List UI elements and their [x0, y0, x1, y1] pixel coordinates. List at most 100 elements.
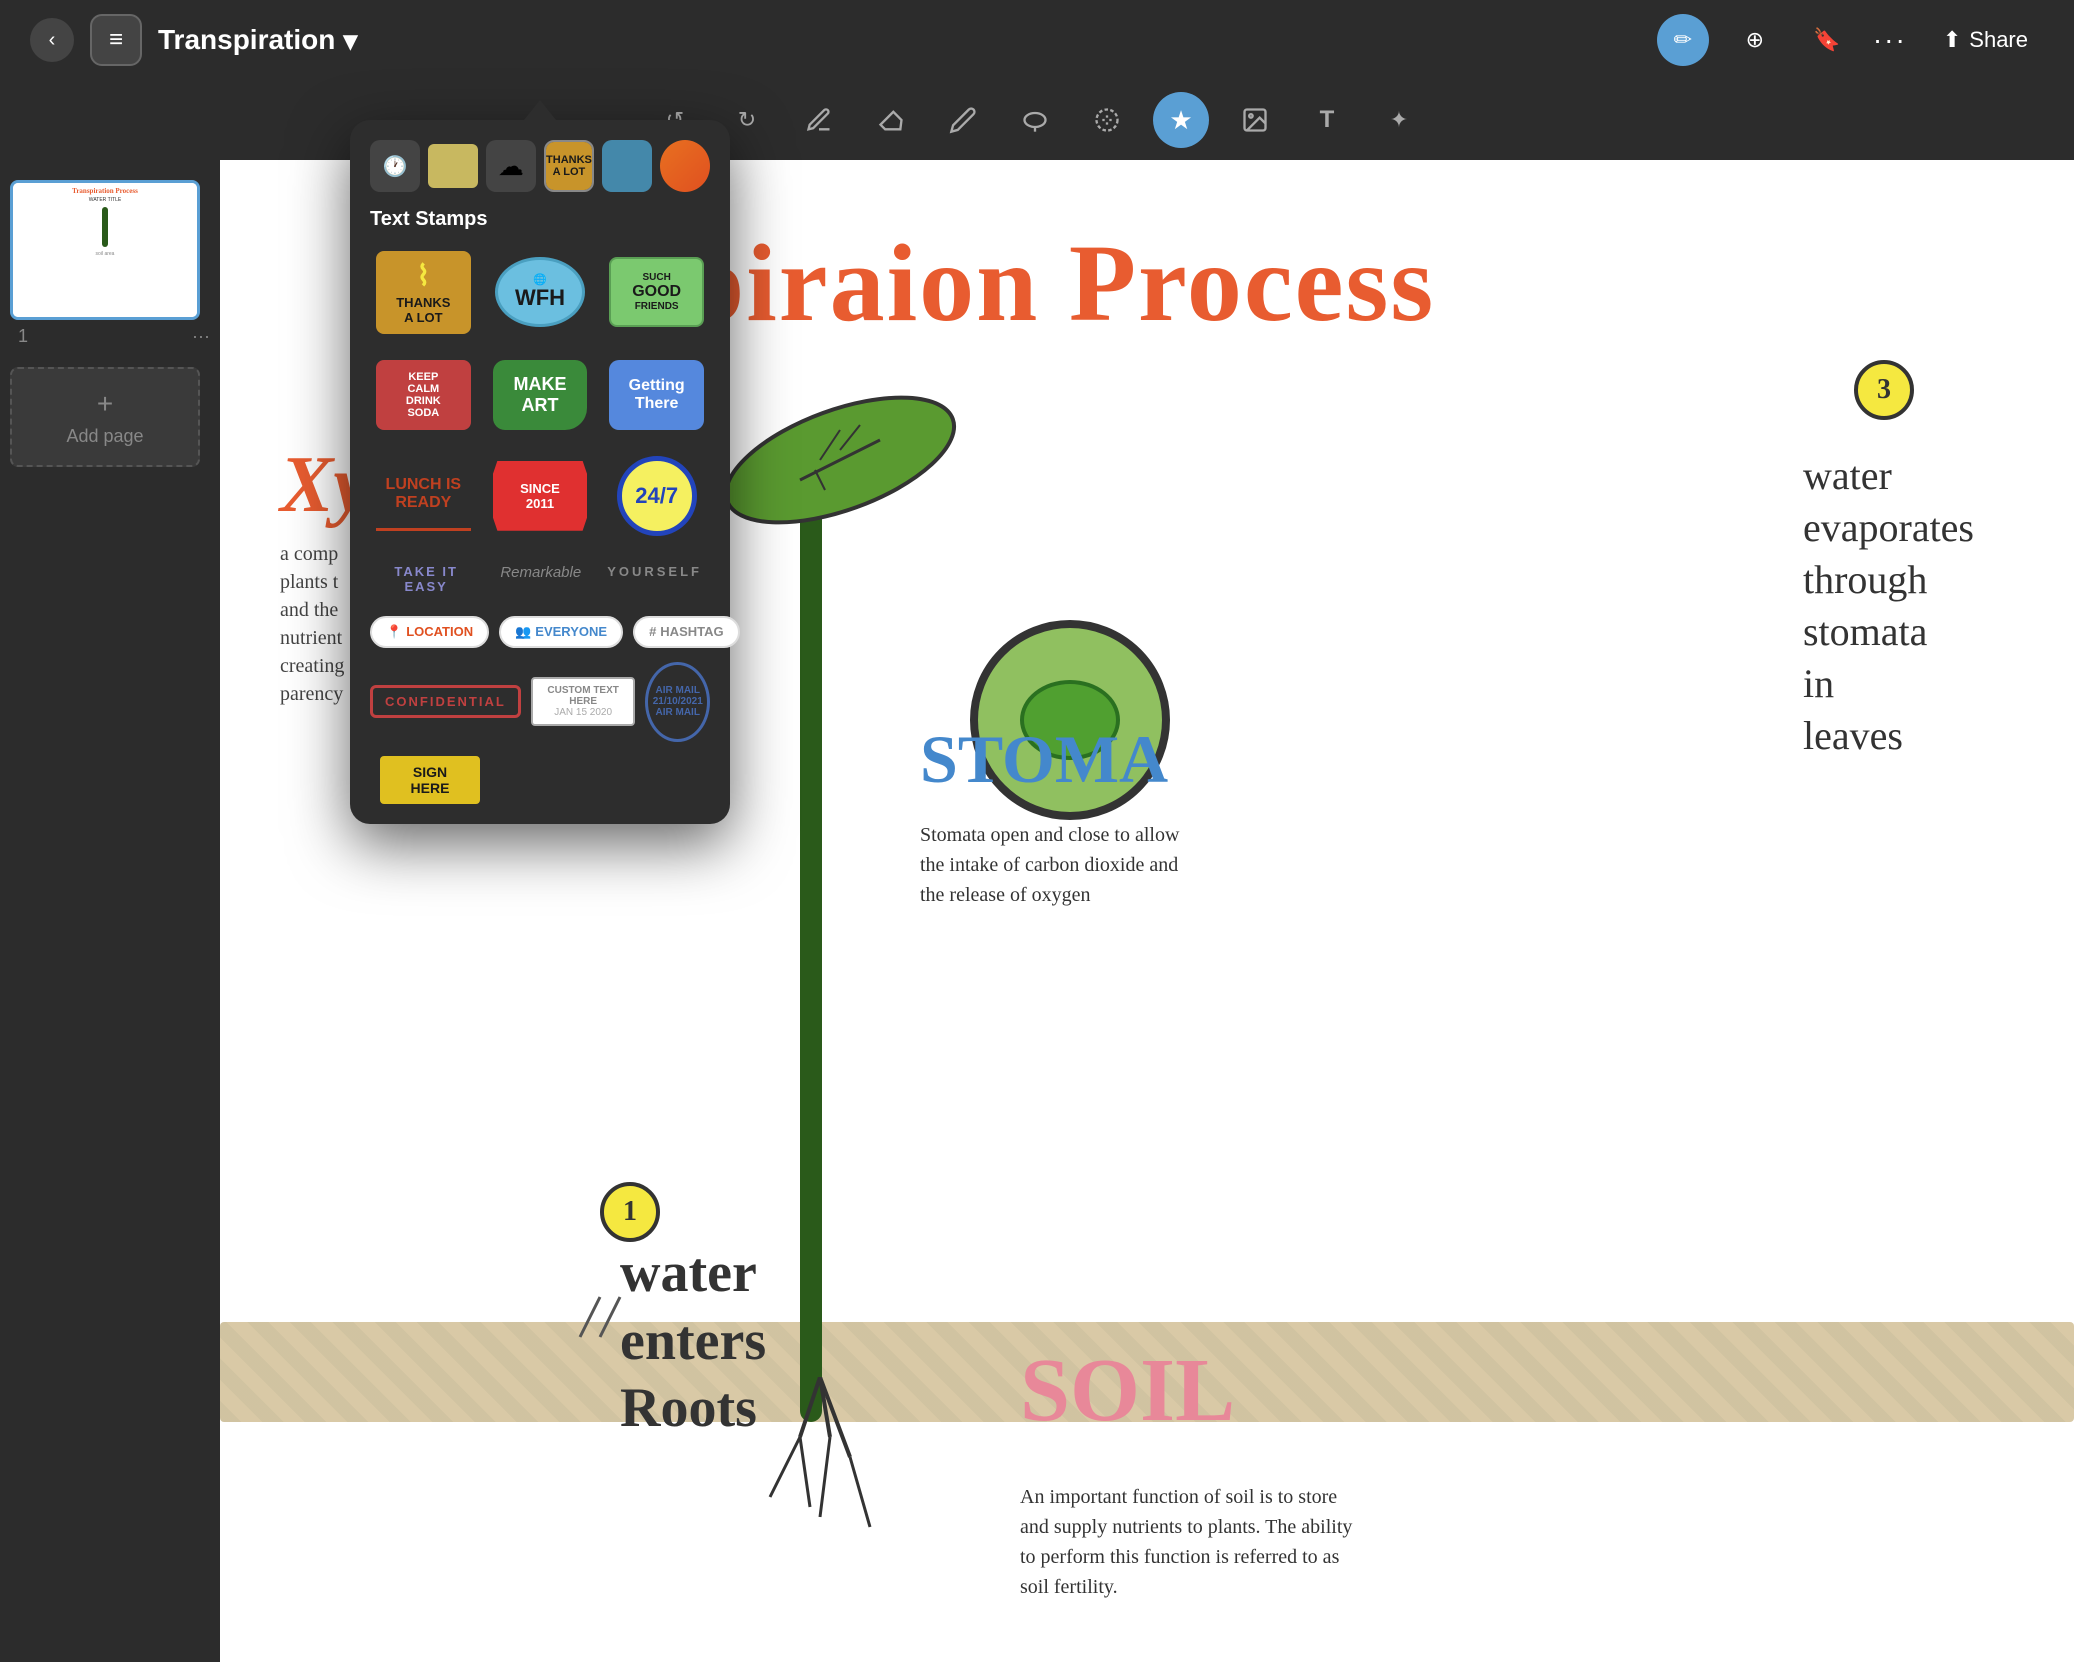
- magic-select-icon: [1093, 106, 1121, 134]
- page-thumbnail-1[interactable]: Transpiration Process WATER TITLE soil a…: [10, 180, 200, 320]
- text-button[interactable]: T: [1301, 94, 1353, 146]
- badges-tab[interactable]: THANKSA LOT: [544, 140, 594, 192]
- section-label: Text Stamps: [370, 208, 710, 231]
- hashtag-icon: #: [649, 624, 656, 639]
- wfh-content: 🌐 WFH: [495, 257, 585, 327]
- since-2011-content: SINCE2011: [493, 461, 588, 531]
- hashtag-badge[interactable]: # HASHTAG: [633, 616, 740, 648]
- sidebar: Transpiration Process WATER TITLE soil a…: [0, 160, 220, 1662]
- stoma-label: STOMA: [920, 720, 1168, 799]
- decoration-lines: [570, 1287, 670, 1352]
- sticker-such-good[interactable]: SUCH GOOD FRIENDS: [603, 245, 710, 340]
- eraser-button[interactable]: [865, 94, 917, 146]
- doc-title[interactable]: Transpiration ▾: [158, 24, 357, 57]
- sticker-wfh[interactable]: 🌐 WFH: [487, 245, 594, 340]
- sticker-thanks-alot[interactable]: ⌇ THANKSA LOT: [370, 245, 477, 340]
- sticker-make-art[interactable]: MAKEART: [487, 354, 594, 436]
- everyone-icon: 👥: [515, 624, 531, 640]
- everyone-badge[interactable]: 👥 EVERYONE: [499, 616, 623, 648]
- thanks-alot-content: ⌇ THANKSA LOT: [376, 251, 471, 334]
- back-button[interactable]: ‹: [30, 18, 74, 62]
- more-options-button[interactable]: ···: [1873, 24, 1907, 56]
- share-icon: ⬆: [1943, 27, 1961, 53]
- make-art-content: MAKEART: [493, 360, 588, 430]
- page-more-icon[interactable]: ···: [192, 326, 210, 347]
- share-button[interactable]: ⬆ Share: [1927, 17, 2044, 63]
- sticker-keep-calm[interactable]: KEEPCALMDRINKSODA: [370, 354, 477, 436]
- sticker-lunch-ready[interactable]: LUNCH ISREADY: [370, 450, 477, 542]
- getting-there-content: GettingThere: [609, 360, 704, 430]
- stoma-description: Stomata open and close to allow the inta…: [920, 820, 1200, 910]
- remarkable-sticker[interactable]: Remarkable: [492, 556, 589, 602]
- lunch-ready-content: LUNCH ISREADY: [376, 461, 471, 531]
- weather-tab[interactable]: ☁: [486, 140, 536, 192]
- sticker-247[interactable]: 24/7: [603, 450, 710, 542]
- step-1-circle: 1: [600, 1182, 660, 1242]
- location-badge[interactable]: 📍 LOCATION: [370, 616, 489, 648]
- sticker-popup: 🕐 ☁ THANKSA LOT Text Stamps ⌇ THANKS: [350, 100, 730, 824]
- pencil-button[interactable]: [937, 94, 989, 146]
- location-label: LOCATION: [406, 624, 473, 639]
- topbar: ‹ ≡ Transpiration ▾ ✏ ⊕ 🔖 ··· ⬆ Share: [0, 0, 2074, 80]
- sticker-text-row: TAKE IT EASY Remarkable YOURSELF: [370, 556, 710, 602]
- deco-svg: [570, 1287, 670, 1347]
- bookmark-button[interactable]: 🔖: [1801, 14, 1853, 66]
- custom-text-stamp[interactable]: CUSTOM TEXT HERE JAN 15 2020: [531, 677, 636, 726]
- wand-icon: ✦: [1390, 107, 1408, 133]
- such-good-content: SUCH GOOD FRIENDS: [609, 257, 704, 327]
- xy-annotation: a compplants tand thenutrientcreatingpar…: [280, 540, 344, 708]
- sign-here-stamp[interactable]: SIGNHERE: [380, 756, 480, 804]
- 247-content: 24/7: [617, 456, 697, 536]
- lasso-button[interactable]: [1009, 94, 1061, 146]
- add-page-button[interactable]: + Add page: [10, 367, 200, 467]
- add-page-button[interactable]: ⊕: [1729, 14, 1781, 66]
- yourself-sticker[interactable]: YOURSELF: [599, 556, 710, 602]
- roots-svg: [740, 1377, 940, 1557]
- sticker-since-2011[interactable]: SINCE2011: [487, 450, 594, 542]
- sticker-grid-row3: LUNCH ISREADY SINCE2011 24/7: [370, 450, 710, 542]
- sticker-getting-there[interactable]: GettingThere: [603, 354, 710, 436]
- pen-tool-icon: [805, 106, 833, 134]
- recent-tab[interactable]: 🕐: [370, 140, 420, 192]
- app-icon: ≡: [90, 14, 142, 66]
- misc-tab[interactable]: [660, 140, 710, 192]
- add-page-icon: ⊕: [1746, 27, 1764, 53]
- add-icon: +: [97, 388, 113, 420]
- confidential-stamp[interactable]: CONFIDENTIAL: [370, 685, 521, 718]
- doc-title-text: Transpiration: [158, 24, 335, 56]
- sticker-grid-row1: ⌇ THANKSA LOT 🌐 WFH SUCH GOOD FRIENDS: [370, 245, 710, 340]
- stamps-row: CONFIDENTIAL CUSTOM TEXT HERE JAN 15 202…: [370, 662, 710, 742]
- toolbar: ↺ ↻ ★ T ✦: [0, 80, 2074, 160]
- pen-tool-button[interactable]: [793, 94, 845, 146]
- sticker-icon: ★: [1169, 105, 1192, 136]
- image-icon: [1241, 106, 1269, 134]
- image-button[interactable]: [1229, 94, 1281, 146]
- sticker-panel: 🕐 ☁ THANKSA LOT Text Stamps ⌇ THANKS: [350, 120, 730, 824]
- magic-select-button[interactable]: [1081, 94, 1133, 146]
- sign-here-area: SIGNHERE: [370, 756, 710, 804]
- pen-icon: ✏: [1674, 27, 1692, 53]
- sticker-category-tabs: 🕐 ☁ THANKSA LOT: [370, 140, 710, 192]
- badges2-tab[interactable]: [602, 140, 652, 192]
- redo-icon: ↻: [738, 107, 756, 133]
- step3-desc: waterevaporatesthroughstomatainleaves: [1803, 450, 1974, 762]
- share-label: Share: [1969, 27, 2028, 53]
- sticker-button[interactable]: ★: [1153, 92, 1209, 148]
- shapes-tab[interactable]: [428, 144, 478, 188]
- airmail-stamp[interactable]: AIR MAIL21/10/2021AIR MAIL: [645, 662, 710, 742]
- app-icon-glyph: ≡: [109, 26, 123, 54]
- soil-label: SOIL: [1020, 1339, 1235, 1442]
- step-3-circle: 3: [1854, 360, 1914, 420]
- badge-stamps-row: 📍 LOCATION 👥 EVERYONE # HASHTAG: [370, 616, 710, 648]
- back-icon: ‹: [49, 29, 56, 52]
- pencil-icon: [949, 106, 977, 134]
- dropdown-icon: ▾: [343, 24, 357, 57]
- keep-calm-content: KEEPCALMDRINKSODA: [376, 360, 471, 430]
- popup-arrow: [524, 100, 556, 120]
- pen-mode-button[interactable]: ✏: [1657, 14, 1709, 66]
- wand-button[interactable]: ✦: [1373, 94, 1425, 146]
- root-system: [740, 1377, 940, 1562]
- take-it-easy-sticker[interactable]: TAKE IT EASY: [370, 556, 482, 602]
- everyone-label: EVERYONE: [535, 624, 607, 639]
- page-number: 1: [18, 326, 28, 347]
